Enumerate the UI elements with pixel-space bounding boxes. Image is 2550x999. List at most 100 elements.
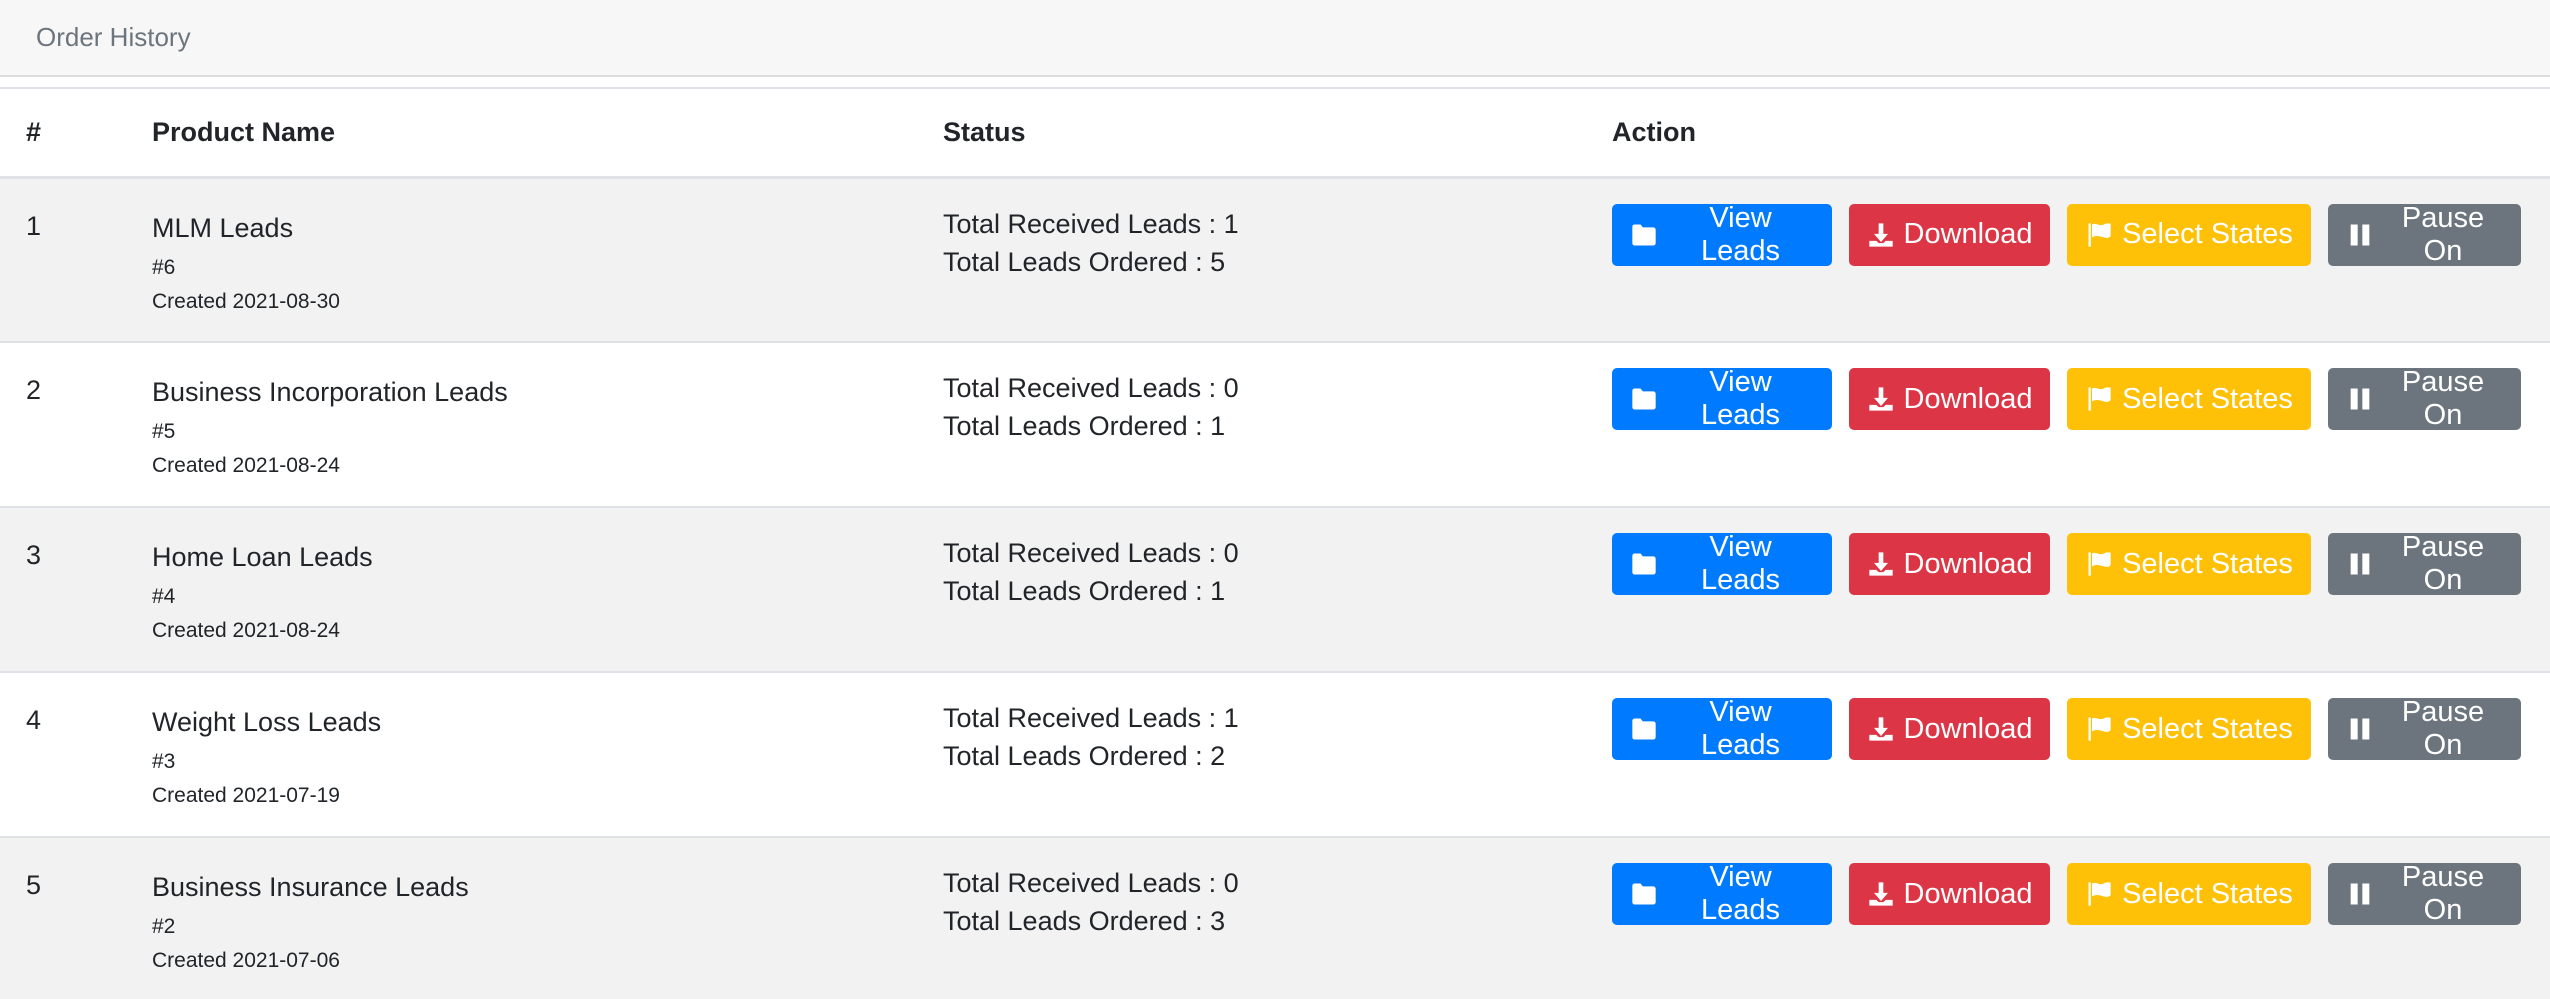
button-label: View Leads [1700, 861, 1780, 926]
column-header-status: Status [943, 89, 1612, 179]
view-leads-button[interactable]: View Leads [1612, 201, 1832, 267]
pause-icon [2346, 385, 2383, 413]
row-number: 1 [26, 210, 42, 241]
select-states-button[interactable]: Select States [2067, 203, 2311, 266]
total-received-leads: Total Received Leads : 1 [943, 703, 1239, 733]
download-icon [1867, 385, 1904, 413]
action-buttons: View Leads Download Select States Pause On [1612, 838, 2550, 926]
row-number: 3 [26, 540, 42, 570]
row-number-cell: 1 [0, 177, 152, 343]
total-received-leads: Total Received Leads : 1 [943, 208, 1239, 239]
select-states-button[interactable]: Select States [2067, 698, 2311, 760]
pause-on-button[interactable]: Pause On [2328, 366, 2521, 431]
download-button[interactable]: Download [1849, 863, 2050, 925]
download-button[interactable]: Download [1849, 203, 2050, 266]
created-date: Created 2021-07-06 [152, 949, 340, 972]
download-icon [1867, 715, 1904, 743]
action-cell: View Leads Download Select States Pause On [1612, 507, 2550, 673]
action-buttons: View Leads Download Select States Pause On [1612, 179, 2550, 267]
pause-icon [2346, 880, 2383, 908]
button-label: Download [1903, 547, 2033, 580]
row-number: 2 [26, 375, 42, 405]
button-label: Download [1903, 382, 2033, 415]
action-buttons: View Leads Download Select States Pause On [1612, 673, 2550, 761]
pause-on-button[interactable]: Pause On [2328, 201, 2521, 267]
product-id: #3 [152, 750, 176, 773]
product-name: MLM Leads [152, 212, 294, 243]
flag-icon [2085, 385, 2122, 413]
row-number-cell: 4 [0, 672, 152, 838]
card-header: Order History [0, 0, 2550, 77]
table-row: 2 Business Incorporation Leads #5 Created 2… [0, 342, 2550, 508]
download-button[interactable]: Download [1849, 533, 2050, 595]
product-cell: Weight Loss Leads #3 Created 2021-07-19 [152, 672, 943, 838]
button-label: View Leads [1700, 366, 1780, 431]
folder-icon [1630, 385, 1667, 413]
button-label: Select States [2122, 712, 2293, 745]
created-date: Created 2021-08-24 [152, 454, 340, 477]
product-cell: MLM Leads #6 Created 2021-08-30 [152, 177, 943, 343]
button-label: Select States [2122, 218, 2293, 250]
folder-icon [1630, 715, 1667, 743]
status-cell: Total Received Leads : 1 Total Leads Orde… [943, 177, 1612, 343]
product-cell: Home Loan Leads #4 Created 2021-08-24 [152, 507, 943, 673]
total-leads-ordered: Total Leads Ordered : 2 [943, 741, 1226, 771]
created-date: Created 2021-07-19 [152, 784, 340, 807]
action-buttons: View Leads Download Select States Pause On [1612, 508, 2550, 596]
total-leads-ordered: Total Leads Ordered : 3 [943, 906, 1226, 936]
product-cell: Business Insurance Leads #2 Created 2021-0… [152, 837, 943, 999]
select-states-button[interactable]: Select States [2067, 368, 2311, 430]
download-icon [1867, 221, 1904, 249]
pause-on-button[interactable]: Pause On [2328, 861, 2521, 926]
product-id: #4 [152, 585, 176, 608]
button-label: Download [1903, 712, 2033, 745]
view-leads-button[interactable]: View Leads [1612, 861, 1832, 926]
total-received-leads: Total Received Leads : 0 [943, 538, 1239, 568]
button-label: Pause On [2401, 366, 2485, 431]
button-label: Download [1903, 877, 2033, 910]
total-leads-ordered: Total Leads Ordered : 1 [943, 411, 1226, 441]
select-states-button[interactable]: Select States [2067, 533, 2311, 595]
view-leads-button[interactable]: View Leads [1612, 531, 1832, 596]
button-label: Download [1903, 218, 2033, 250]
folder-icon [1630, 550, 1667, 578]
button-label: View Leads [1700, 201, 1780, 267]
total-received-leads: Total Received Leads : 0 [943, 868, 1239, 898]
button-label: Pause On [2401, 696, 2485, 761]
select-states-button[interactable]: Select States [2067, 863, 2311, 925]
column-header-action: Action [1612, 89, 2550, 179]
action-cell: View Leads Download Select States Pause On [1612, 342, 2550, 508]
action-buttons: View Leads Download Select States Pause On [1612, 343, 2550, 431]
header-divider [0, 77, 2550, 89]
view-leads-button[interactable]: View Leads [1612, 366, 1832, 431]
download-button[interactable]: Download [1849, 368, 2050, 430]
row-number: 5 [26, 870, 42, 900]
button-label: Pause On [2401, 531, 2485, 596]
pause-on-button[interactable]: Pause On [2328, 531, 2521, 596]
total-leads-ordered: Total Leads Ordered : 5 [943, 246, 1226, 277]
flag-icon [2085, 880, 2122, 908]
product-id: #6 [152, 255, 176, 279]
product-name: Business Incorporation Leads [152, 377, 508, 407]
download-button[interactable]: Download [1849, 698, 2050, 760]
button-label: View Leads [1700, 531, 1780, 596]
download-icon [1867, 880, 1904, 908]
button-label: Pause On [2401, 201, 2485, 267]
action-cell: View Leads Download Select States Pause On [1612, 837, 2550, 999]
action-cell: View Leads Download Select States Pause On [1612, 177, 2550, 343]
card-title: Order History [36, 22, 191, 52]
view-leads-button[interactable]: View Leads [1612, 696, 1832, 761]
table-row: 1 MLM Leads #6 Created 2021-08-30 Total Rece… [0, 177, 2550, 343]
total-leads-ordered: Total Leads Ordered : 1 [943, 576, 1226, 606]
table-row: 4 Weight Loss Leads #3 Created 2021-07-19 To… [0, 672, 2550, 838]
table-row: 5 Business Insurance Leads #2 Created 2021-… [0, 837, 2550, 999]
button-label: Pause On [2401, 861, 2485, 926]
pause-icon [2346, 715, 2383, 743]
row-number: 4 [26, 705, 42, 735]
total-received-leads: Total Received Leads : 0 [943, 373, 1239, 403]
pause-icon [2346, 221, 2383, 249]
product-id: #2 [152, 915, 176, 938]
flag-icon [2085, 550, 2122, 578]
button-label: Select States [2122, 382, 2293, 415]
pause-on-button[interactable]: Pause On [2328, 696, 2521, 761]
